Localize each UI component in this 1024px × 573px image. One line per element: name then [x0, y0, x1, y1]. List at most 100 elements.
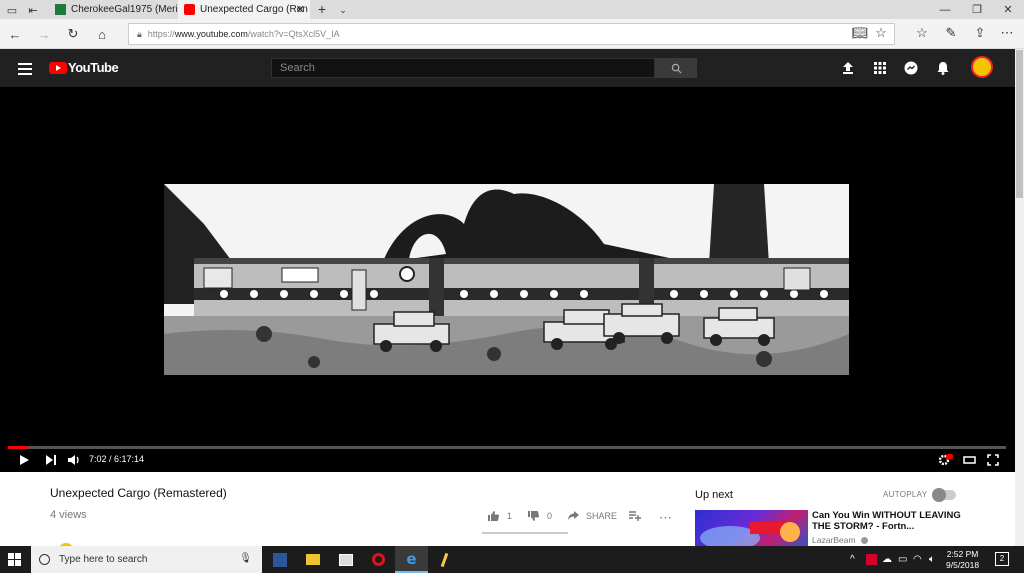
progress-bar-fill — [8, 446, 27, 449]
notifications-bell-icon[interactable] — [935, 60, 951, 76]
opera-browser-icon[interactable] — [362, 546, 395, 573]
toggle-knob — [932, 488, 946, 502]
autoplay-toggle[interactable] — [932, 488, 956, 502]
view-count: 4 views — [50, 509, 87, 521]
next-video-icon[interactable] — [45, 454, 57, 466]
clock-date: 9/5/2018 — [946, 560, 980, 570]
progress-bar[interactable] — [8, 446, 1006, 449]
thumbs-down-icon — [528, 511, 539, 521]
windows-start-icon[interactable] — [8, 553, 21, 566]
taskbar-search-box[interactable]: Type here to search 🎙︎ — [31, 546, 262, 573]
reading-view-icon[interactable]: 📖︎ — [851, 24, 869, 42]
search-input[interactable]: Search — [271, 58, 655, 78]
sentiment-bar — [482, 532, 568, 534]
recommended-channel-name[interactable]: LazarBeam — [812, 535, 868, 545]
file-explorer-icon[interactable] — [296, 546, 329, 573]
up-next-heading: Up next — [695, 489, 733, 501]
microphone-icon[interactable]: 🎙︎ — [239, 553, 252, 564]
more-actions-icon[interactable]: ⋯ — [659, 510, 672, 526]
volume-icon[interactable] — [67, 454, 81, 466]
thumbnail-image — [700, 522, 800, 548]
like-button[interactable]: 1 — [487, 510, 512, 522]
maximize-button[interactable]: ❐ — [960, 0, 994, 19]
upload-icon[interactable] — [840, 60, 856, 76]
recommended-video-title[interactable]: Can You Win WITHOUT LEAVING THE STORM? -… — [812, 510, 962, 532]
share-arrow-icon — [568, 511, 579, 520]
home-icon[interactable]: ⌂ — [93, 25, 111, 43]
paint-app-icon[interactable] — [428, 546, 461, 573]
refresh-icon[interactable]: ↻ — [64, 25, 82, 43]
notification-count: 2 — [999, 554, 1005, 563]
url-path: /watch?v=QtsXcl5V_IA — [247, 29, 340, 39]
recommended-video-thumbnail[interactable] — [695, 510, 808, 548]
dislike-count: 0 — [547, 511, 553, 521]
photos-app-icon[interactable] — [329, 546, 362, 573]
browser-navigation-bar: ← → ↻ ⌂ 🔒︎ https://www.youtube.com/watch… — [0, 19, 1024, 49]
video-title: Unexpected Cargo (Remastered) — [50, 486, 227, 500]
video-scene-image — [164, 184, 849, 375]
favorites-hub-icon[interactable]: ☆ — [913, 24, 931, 42]
url-prefix: https:// — [147, 29, 175, 39]
scrollbar-thumb[interactable] — [1016, 50, 1023, 198]
video-player[interactable]: 7:02 / 6:17:14 — [0, 87, 1015, 472]
chevron-down-icon[interactable]: ⌄ — [334, 1, 352, 19]
taskbar-search-placeholder: Type here to search — [59, 554, 148, 565]
video-frame[interactable] — [164, 184, 849, 375]
minimize-button[interactable]: — — [928, 0, 962, 19]
youtube-logo-icon[interactable] — [49, 62, 67, 74]
page-scrollbar[interactable] — [1015, 49, 1024, 546]
theater-mode-icon[interactable] — [963, 454, 976, 466]
back-icon[interactable]: ← — [6, 25, 24, 43]
share-label: SHARE — [586, 510, 618, 521]
lock-icon: 🔒︎ — [137, 28, 142, 39]
share-button[interactable]: SHARE — [567, 510, 617, 521]
messages-icon[interactable] — [903, 60, 919, 76]
time-display: 7:02 / 6:17:14 — [89, 454, 145, 464]
new-tab-button[interactable]: + — [313, 0, 331, 18]
onedrive-cloud-icon[interactable]: ☁ — [882, 554, 892, 565]
search-button[interactable] — [655, 58, 697, 78]
tab-unexpected-cargo[interactable]: Unexpected Cargo (Ren ✕ — [178, 0, 310, 19]
tray-app-icon[interactable] — [866, 554, 877, 565]
clock-time: 2:52 PM — [946, 549, 979, 559]
more-icon[interactable]: ⋯ — [998, 24, 1016, 42]
action-center-icon[interactable]: 2 — [995, 552, 1009, 566]
fullscreen-icon[interactable] — [987, 454, 999, 466]
site-favicon — [55, 4, 66, 15]
verified-badge-icon — [860, 537, 868, 545]
volume-muted-icon[interactable]: 🔈︎ — [929, 554, 935, 565]
browser-tab-strip: ▭ ⇤ CherokeeGal1975 (Meriah S Unexpected… — [0, 0, 1024, 19]
play-icon[interactable] — [18, 454, 30, 466]
search-circle-icon — [39, 554, 50, 565]
autoplay-label: AUTOPLAY — [883, 490, 928, 499]
system-clock[interactable]: 2:52 PM 9/5/2018 — [946, 549, 979, 571]
settings-gear-icon[interactable] — [938, 454, 953, 466]
favorite-star-icon[interactable]: ☆ — [872, 24, 890, 42]
user-avatar[interactable] — [971, 56, 993, 78]
edge-browser-icon[interactable]: e — [395, 546, 428, 573]
share-icon[interactable]: ⇪ — [971, 24, 989, 42]
hamburger-menu-icon[interactable] — [14, 59, 36, 77]
youtube-wordmark[interactable]: YouTube — [68, 60, 119, 75]
close-window-button[interactable]: ✕ — [991, 0, 1024, 19]
wifi-icon[interactable]: ◠ — [913, 554, 922, 565]
youtube-header: YouTube Search — [0, 49, 1015, 87]
search-icon — [671, 63, 682, 74]
tab-close-icon[interactable]: ✕ — [296, 3, 305, 16]
word-app-icon[interactable] — [263, 546, 296, 573]
show-hidden-icons[interactable]: ^ — [850, 554, 855, 565]
add-to-playlist-icon — [629, 511, 641, 521]
thumbs-up-icon — [488, 511, 499, 521]
tab-list-icon[interactable]: ▭ — [3, 1, 21, 19]
set-tabs-aside-icon[interactable]: ⇤ — [24, 1, 42, 19]
battery-icon[interactable]: ▭ — [898, 554, 907, 565]
tab-title: CherokeeGal1975 (Meriah S — [71, 4, 178, 15]
forward-icon[interactable]: → — [35, 25, 53, 43]
tab-title: Unexpected Cargo (Ren — [200, 4, 308, 15]
apps-grid-icon[interactable] — [872, 60, 888, 76]
add-to-playlist-button[interactable] — [628, 510, 641, 521]
dislike-button[interactable]: 0 — [527, 510, 552, 522]
address-bar[interactable]: 🔒︎ https://www.youtube.com/watch?v=QtsXc… — [128, 23, 895, 45]
web-note-icon[interactable]: ✎ — [942, 24, 960, 42]
tab-cherokeegal[interactable]: CherokeeGal1975 (Meriah S — [49, 0, 178, 19]
